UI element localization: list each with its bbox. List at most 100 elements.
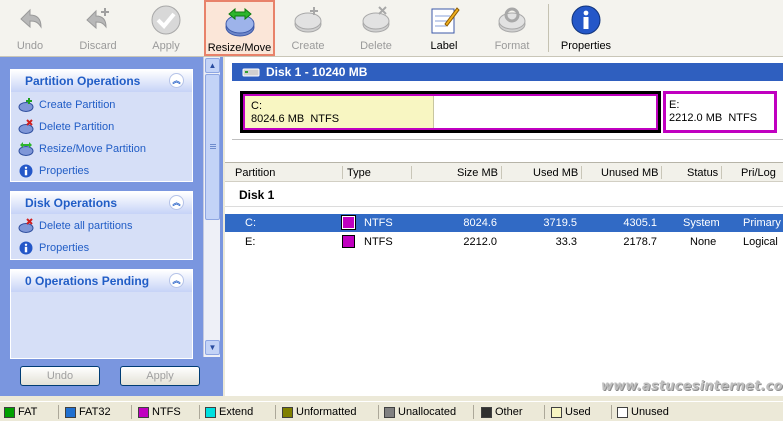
column-header-size[interactable]: Size MB — [457, 167, 498, 179]
disk-map: C: 8024.6 MB NTFS E: 2212.0 MB NTFS — [232, 81, 783, 140]
cell-used: 33.3 — [555, 236, 577, 248]
info-icon — [569, 3, 603, 37]
column-header-used[interactable]: Used MB — [533, 167, 578, 179]
label-icon — [427, 3, 461, 37]
cell-prilog: Primary — [743, 217, 781, 229]
column-header-status[interactable]: Status — [687, 167, 718, 179]
create-partition-link[interactable]: Create Partition — [11, 94, 192, 116]
legend-unformatted: Unformatted — [282, 406, 357, 418]
panel-title: Partition Operations — [25, 74, 141, 88]
partition-e-block[interactable]: E: 2212.0 MB NTFS — [663, 91, 777, 133]
partition-size: 2212.0 MB — [669, 112, 723, 124]
partition-name: C: — [251, 100, 262, 112]
cell-used: 3719.5 — [543, 217, 577, 229]
panel-title: Disk Operations — [25, 196, 118, 210]
legend-swatch — [282, 406, 293, 418]
undo-icon — [13, 3, 47, 37]
format-icon — [495, 3, 529, 37]
ntfs-color-swatch — [341, 215, 356, 230]
toolbar: Undo Discard Apply Resize/Move Create De… — [0, 0, 783, 57]
operations-pending-header[interactable]: 0 Operations Pending ︽ — [11, 270, 192, 292]
column-header-partition[interactable]: Partition — [235, 167, 275, 179]
undo-button[interactable]: Undo — [6, 0, 54, 56]
ntfs-color-swatch — [342, 235, 355, 248]
resize-move-button[interactable]: Resize/Move — [204, 0, 275, 56]
resize-move-icon — [223, 5, 257, 39]
legend-ntfs: NTFS — [138, 406, 181, 418]
disk-group-row[interactable]: Disk 1 — [225, 183, 783, 206]
apply-checkmark-icon — [149, 3, 183, 37]
cell-size: 2212.0 — [463, 236, 497, 248]
create-button[interactable]: Create — [284, 0, 332, 56]
cell-status: System — [683, 217, 720, 229]
cell-size: 8024.6 — [463, 217, 497, 229]
disk-properties-link[interactable]: Properties — [11, 237, 192, 259]
legend-swatch — [138, 406, 149, 418]
partition-operations-panel: Partition Operations ︽ Create Partition … — [10, 69, 193, 182]
info-icon — [17, 240, 35, 256]
delete-all-partitions-link[interactable]: Delete all partitions — [11, 215, 192, 237]
legend-swatch — [481, 406, 492, 418]
undo-pending-button[interactable]: Undo — [20, 366, 100, 386]
column-header-type[interactable]: Type — [347, 167, 371, 179]
scroll-up-arrow-icon[interactable]: ▲ — [205, 58, 220, 73]
partition-size: 8024.6 MB — [251, 113, 305, 125]
panel-title: 0 Operations Pending — [25, 274, 150, 288]
resize-partition-icon — [17, 141, 35, 157]
disk-operations-panel: Disk Operations ︽ Delete all partitions … — [10, 191, 193, 260]
properties-button[interactable]: Properties — [558, 0, 614, 56]
toolbar-separator — [548, 4, 549, 52]
cell-type: NTFS — [364, 217, 393, 229]
cell-status: None — [690, 236, 717, 248]
legend-swatch — [65, 406, 76, 418]
cell-type: NTFS — [364, 236, 393, 248]
legend-extend: Extend — [205, 406, 253, 418]
column-header-unused[interactable]: Unused MB — [601, 167, 658, 179]
partition-properties-link[interactable]: Properties — [11, 160, 192, 182]
legend-unallocated: Unallocated — [384, 406, 456, 418]
legend-swatch — [617, 406, 628, 418]
delete-partition-link[interactable]: Delete Partition — [11, 116, 192, 138]
legend-swatch — [551, 406, 562, 418]
partition-c-block[interactable]: C: 8024.6 MB NTFS — [240, 91, 661, 133]
legend-used: Used — [551, 406, 591, 418]
delete-button[interactable]: Delete — [352, 0, 400, 56]
legend-swatch — [384, 406, 395, 418]
table-row[interactable]: E: NTFS 2212.0 33.3 2178.7 None Logical — [225, 233, 783, 251]
table-header: Partition Type Size MB Used MB Unused MB… — [225, 162, 783, 182]
apply-button[interactable]: Apply — [142, 0, 190, 56]
disk-header[interactable]: Disk 1 - 10240 MB — [232, 63, 783, 81]
partition-operations-header[interactable]: Partition Operations ︽ — [11, 70, 192, 92]
info-icon — [17, 163, 35, 179]
disk-operations-header[interactable]: Disk Operations ︽ — [11, 192, 192, 214]
collapse-chevron-icon[interactable]: ︽ — [169, 195, 184, 210]
task-pane-scrollbar[interactable]: ▲ ▼ — [203, 57, 220, 357]
collapse-chevron-icon[interactable]: ︽ — [169, 273, 184, 288]
delete-all-icon — [17, 218, 35, 234]
legend-bar: FAT FAT32 NTFS Extend Unformatted Unallo… — [0, 401, 783, 421]
cell-partition: C: — [245, 217, 256, 229]
scroll-thumb[interactable] — [205, 74, 220, 220]
legend-unused: Unused — [617, 406, 669, 418]
create-icon — [291, 3, 325, 37]
delete-partition-icon — [17, 119, 35, 135]
apply-pending-button[interactable]: Apply — [120, 366, 200, 386]
table-row[interactable]: C: NTFS 8024.6 3719.5 4305.1 System Prim… — [225, 214, 783, 232]
column-header-prilog[interactable]: Pri/Log — [741, 167, 776, 179]
collapse-chevron-icon[interactable]: ︽ — [169, 73, 184, 88]
discard-button[interactable]: Discard — [72, 0, 124, 56]
disk-view: Disk 1 - 10240 MB C: 8024.6 MB NTFS E: 2… — [225, 57, 783, 396]
discard-icon — [81, 3, 115, 37]
legend-fat32: FAT32 — [65, 406, 111, 418]
disk-drive-icon — [242, 67, 260, 77]
label-button[interactable]: Label — [420, 0, 468, 56]
scroll-down-arrow-icon[interactable]: ▼ — [205, 340, 220, 355]
create-partition-icon — [17, 97, 35, 113]
watermark: www.astucesinternet.com — [601, 379, 783, 394]
cell-prilog: Logical — [743, 236, 778, 248]
resize-move-partition-link[interactable]: Resize/Move Partition — [11, 138, 192, 160]
cell-partition: E: — [245, 236, 256, 248]
format-button[interactable]: Format — [488, 0, 536, 56]
legend-swatch — [205, 406, 216, 418]
cell-unused: 2178.7 — [623, 236, 657, 248]
